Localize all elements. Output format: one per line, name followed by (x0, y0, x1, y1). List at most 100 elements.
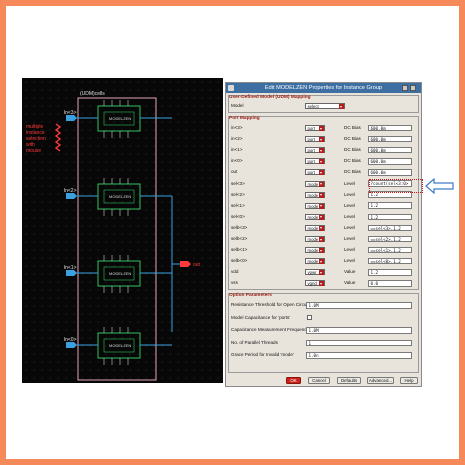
ok-button[interactable]: OK (286, 377, 301, 384)
port-type-select[interactable]: port (305, 125, 325, 131)
port-type-select[interactable]: mode (305, 247, 325, 254)
grid-dot (41, 345, 43, 347)
port-value-field[interactable]: 600.0m (368, 124, 412, 132)
option-value-field[interactable]: 1.0M (306, 302, 412, 309)
grid-dot (201, 249, 203, 251)
port-value-field[interactable]: 0.0 (368, 280, 412, 287)
grid-dot (89, 185, 91, 187)
port-value-field[interactable]: ==sel<0>,1.2 (368, 257, 412, 265)
port-value-field[interactable]: 1.2 (368, 202, 412, 209)
grid-dot (217, 345, 219, 347)
port-type-select[interactable]: port (305, 169, 325, 176)
grid-dot (177, 257, 179, 259)
port-value-field[interactable]: 1.2 (368, 269, 412, 276)
option-value-field[interactable]: 1.0n (306, 352, 412, 359)
dialog-titlebar[interactable]: Edit MODELZEN Properties for Instance Gr… (226, 83, 421, 93)
grid-dot (145, 361, 147, 363)
grid-dot (105, 137, 107, 139)
cancel-button[interactable]: Cancel (308, 377, 330, 384)
close-icon[interactable] (410, 85, 416, 91)
port-param-label: Level (344, 258, 355, 264)
grid-dot (185, 89, 187, 91)
grid-dot (153, 137, 155, 139)
grid-dot (25, 169, 27, 171)
grid-dot (73, 241, 75, 243)
grid-dot (217, 129, 219, 131)
grid-dot (113, 361, 115, 363)
grid-dot (129, 145, 131, 147)
defaults-button[interactable]: Defaults (337, 377, 361, 384)
grid-dot (49, 145, 51, 147)
grid-dot (81, 129, 83, 131)
grid-dot (185, 353, 187, 355)
grid-dot (169, 81, 171, 83)
model-capacitance-checkbox[interactable] (307, 315, 312, 320)
grid-dot (137, 153, 139, 155)
grid-dot (129, 321, 131, 323)
grid-dot (137, 289, 139, 291)
grid-dot (121, 257, 123, 259)
grid-dot (185, 337, 187, 339)
grid-dot (25, 249, 27, 251)
port-type-select[interactable]: mode (305, 224, 325, 231)
minimize-icon[interactable] (402, 85, 408, 91)
grid-dot (89, 289, 91, 291)
grid-dot (129, 297, 131, 299)
port-value-field[interactable]: 600.0m (368, 135, 412, 143)
grid-dot (169, 329, 171, 331)
grid-dot (145, 305, 147, 307)
window-menu-icon[interactable] (228, 85, 234, 91)
grid-dot (177, 129, 179, 131)
port-value-field[interactable]: ==sel<3>,1.2 (368, 224, 412, 232)
port-type-select[interactable]: mode (305, 236, 325, 242)
grid-dot (113, 249, 115, 251)
grid-dot (97, 321, 99, 323)
grid-dot (161, 297, 163, 299)
port-type-select[interactable]: port (305, 147, 325, 154)
grid-dot (153, 193, 155, 195)
port-value-field[interactable]: ==sel<2>,1.2 (368, 235, 412, 243)
port-value-field[interactable]: 600.0m (368, 146, 412, 154)
port-type-select[interactable]: vgnd (305, 280, 325, 287)
help-button[interactable]: Help (400, 377, 418, 384)
grid-dot (49, 129, 51, 131)
grid-dot (201, 345, 203, 347)
port-type-select[interactable]: mode (305, 191, 325, 198)
option-value-field[interactable]: 1 (306, 339, 412, 346)
grid-dot (73, 129, 75, 131)
port-type-value: vpwr (307, 270, 317, 276)
port-value-field[interactable]: 1.2 (368, 213, 412, 220)
port-value-field[interactable]: 600.0m (368, 169, 412, 176)
port-type-select[interactable]: mode (305, 202, 325, 209)
grid-dot (169, 377, 171, 379)
port-type-select[interactable]: mode (305, 258, 325, 265)
grid-dot (161, 81, 163, 83)
advanced-button[interactable]: Advanced... (367, 377, 394, 384)
grid-dot (209, 273, 211, 275)
port-type-select[interactable]: port (305, 136, 325, 143)
model-select[interactable]: select (305, 103, 345, 109)
grid-dot (193, 337, 195, 339)
grid-dot (105, 209, 107, 211)
grid-dot (129, 161, 131, 163)
grid-dot (105, 121, 107, 123)
schematic-canvas[interactable]: (UDM)cells out MODELZEN ln<3> MODELZEN ln<2> M… (22, 78, 223, 383)
grid-dot (41, 273, 43, 275)
grid-dot (153, 305, 155, 307)
grid-dot (49, 249, 51, 251)
option-value-field[interactable]: 1.0M (306, 327, 412, 334)
port-type-select[interactable]: mode (305, 213, 325, 220)
grid-dot (105, 305, 107, 307)
grid-dot (209, 217, 211, 219)
grid-dot (153, 225, 155, 227)
port-param-label: Level (344, 202, 355, 208)
port-value-field[interactable]: ==sel<1>,1.2 (368, 246, 412, 254)
port-type-select[interactable]: mode (305, 180, 325, 187)
grid-dot (65, 201, 67, 203)
grid-dot (201, 241, 203, 243)
port-type-select[interactable]: vpwr (305, 269, 325, 276)
port-value-field[interactable]: 600.0m (368, 158, 412, 165)
port-param-label: Level (344, 247, 355, 253)
grid-dot (121, 113, 123, 115)
port-type-select[interactable]: port (305, 158, 325, 165)
